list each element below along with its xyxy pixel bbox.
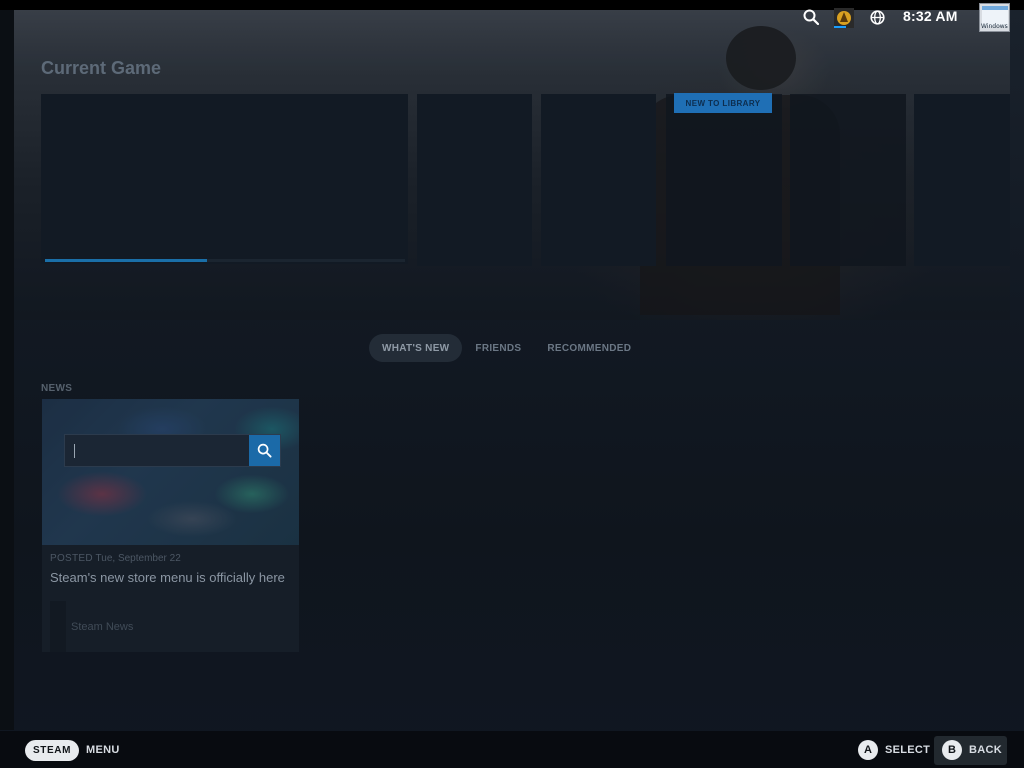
tab-friends[interactable]: FRIENDS — [462, 334, 534, 362]
game-card[interactable] — [541, 94, 656, 266]
search-button[interactable] — [249, 435, 280, 466]
left-edge — [0, 10, 14, 730]
current-game-card[interactable] — [41, 94, 408, 264]
select-label: SELECT — [885, 744, 931, 756]
steam-button[interactable]: STEAM — [25, 740, 79, 761]
news-card-image — [42, 399, 299, 545]
news-posted-prefix: POSTED — [50, 553, 93, 564]
b-button-glyph[interactable]: B — [942, 740, 962, 760]
search-icon — [257, 443, 272, 458]
game-card[interactable] — [417, 94, 532, 266]
home-tabs: WHAT'S NEW FRIENDS RECOMMENDED — [369, 334, 644, 362]
text-caret — [74, 444, 75, 458]
news-section-label: NEWS — [41, 383, 73, 394]
achievement-indicator — [834, 26, 846, 28]
news-posted-meta: POSTED Tue, September 22 — [50, 553, 181, 564]
menu-label: MENU — [86, 744, 120, 756]
game-card[interactable] — [914, 94, 1010, 266]
user-avatar[interactable]: Windows — [979, 3, 1010, 32]
tab-recommended[interactable]: RECOMMENDED — [534, 334, 644, 362]
back-label: BACK — [969, 744, 1002, 756]
a-button-glyph[interactable]: A — [858, 740, 878, 760]
news-card[interactable]: POSTED Tue, September 22 Steam's new sto… — [42, 399, 299, 652]
steam-home-screen: 8:32 AM Windows Current Game NEW TO LIBR… — [0, 0, 1024, 768]
news-posted-date: Tue, September 22 — [95, 553, 181, 564]
globe-icon[interactable] — [870, 10, 885, 25]
news-source: Steam News — [71, 621, 134, 633]
achievement-icon[interactable] — [834, 8, 854, 28]
tab-whats-new[interactable]: WHAT'S NEW — [369, 334, 463, 362]
search-box — [64, 434, 281, 467]
search-input[interactable] — [65, 435, 249, 466]
hero-figure-head — [726, 26, 796, 90]
section-title-current-game: Current Game — [41, 58, 162, 78]
current-game-progress — [45, 259, 405, 262]
news-title: Steam's new store menu is officially her… — [50, 570, 285, 585]
top-edge — [0, 0, 1024, 10]
search-icon[interactable] — [803, 9, 820, 26]
avatar-label: Windows — [981, 23, 1008, 30]
avatar-window-titlebar — [982, 6, 1008, 10]
new-to-library-badge: NEW TO LIBRARY — [674, 93, 772, 113]
clock: 8:32 AM — [903, 8, 958, 24]
news-source-avatar — [50, 601, 66, 652]
game-card[interactable] — [666, 94, 782, 266]
game-card[interactable] — [790, 94, 906, 266]
current-game-progress-fill — [45, 259, 207, 262]
